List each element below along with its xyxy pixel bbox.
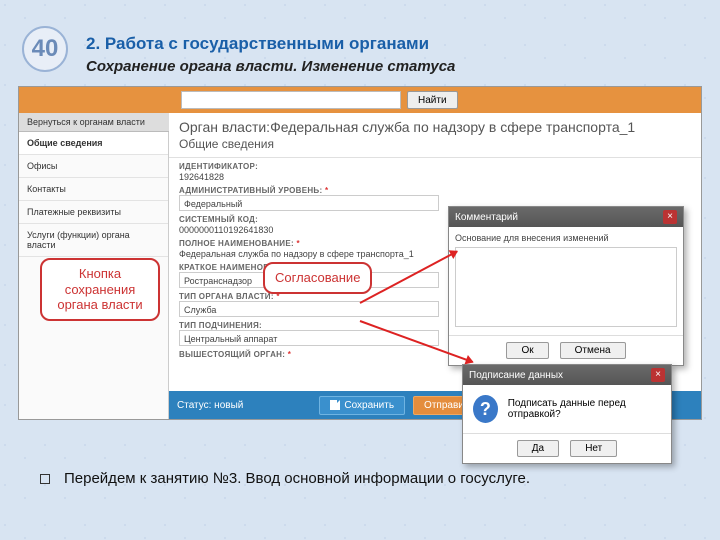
comment-cancel-button[interactable]: Отмена — [560, 342, 626, 359]
comment-dialog-title: Комментарий — [455, 212, 518, 223]
callout-save: Кнопка сохранения органа власти — [40, 258, 160, 321]
save-button-label: Сохранить — [344, 400, 394, 411]
footer-note: Перейдем к занятию №3. Ввод основной инф… — [40, 470, 530, 487]
save-icon — [330, 400, 340, 410]
back-link[interactable]: Вернуться к органам власти — [19, 113, 169, 132]
sidebar-item-offices[interactable]: Офисы — [19, 155, 168, 178]
sign-dialog-title: Подписание данных — [469, 370, 563, 381]
page-title: Орган власти:Федеральная служба по надзо… — [169, 113, 701, 137]
type-field[interactable]: Служба — [179, 301, 439, 317]
section-title: Общие сведения — [169, 137, 701, 158]
sign-no-button[interactable]: Нет — [570, 440, 617, 457]
save-button[interactable]: Сохранить — [319, 396, 405, 415]
sign-yes-button[interactable]: Да — [517, 440, 559, 457]
admin-level-label: АДМИНИСТРАТИВНЫЙ УРОВЕНЬ: — [179, 186, 691, 195]
sidebar-item-payments[interactable]: Платежные реквизиты — [19, 201, 168, 224]
sub-field[interactable]: Центральный аппарат — [179, 330, 439, 346]
close-icon[interactable]: × — [651, 368, 665, 382]
id-value: 192641828 — [179, 172, 691, 182]
callout-approval: Согласование — [263, 262, 372, 294]
comment-dialog: Комментарий × Основание для внесения изме… — [448, 206, 684, 366]
sidebar-item-general[interactable]: Общие сведения — [19, 132, 168, 155]
slide-number: 40 — [22, 26, 68, 72]
question-icon: ? — [473, 395, 498, 423]
status-label: Статус: новый — [177, 400, 243, 411]
close-icon[interactable]: × — [663, 210, 677, 224]
comment-textarea[interactable] — [455, 247, 677, 327]
comment-prompt: Основание для внесения изменений — [455, 233, 677, 243]
id-label: ИДЕНТИФИКАТОР: — [179, 162, 691, 171]
find-button[interactable]: Найти — [407, 91, 458, 109]
search-input[interactable] — [181, 91, 401, 109]
slide-title: 2. Работа с государственными органами — [86, 34, 429, 54]
slide-subtitle: Сохранение органа власти. Изменение стат… — [86, 58, 455, 75]
sign-message: Подписать данные перед отправкой? — [508, 398, 661, 420]
footer-note-text: Перейдем к занятию №3. Ввод основной инф… — [64, 470, 530, 487]
sign-dialog: Подписание данных × ? Подписать данные пе… — [462, 364, 672, 464]
top-toolbar: Найти — [19, 87, 701, 113]
admin-level-field[interactable]: Федеральный — [179, 195, 439, 211]
sidebar-item-contacts[interactable]: Контакты — [19, 178, 168, 201]
bullet-icon — [40, 474, 50, 484]
sidebar-item-services[interactable]: Услуги (функции) органа власти — [19, 224, 168, 257]
comment-ok-button[interactable]: Ок — [506, 342, 548, 359]
